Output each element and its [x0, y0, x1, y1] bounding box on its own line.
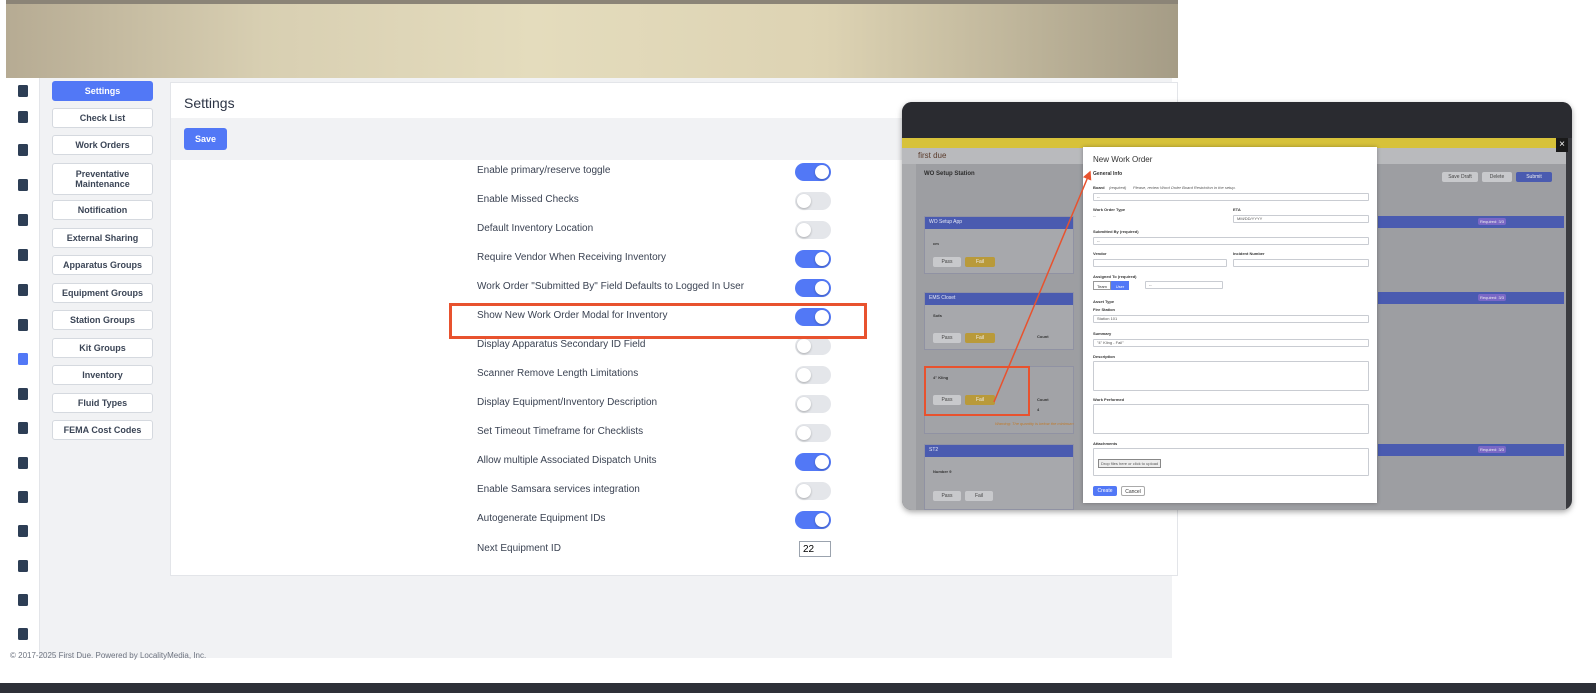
annotation-arrow [993, 170, 1092, 403]
bottom-band [0, 683, 1596, 693]
